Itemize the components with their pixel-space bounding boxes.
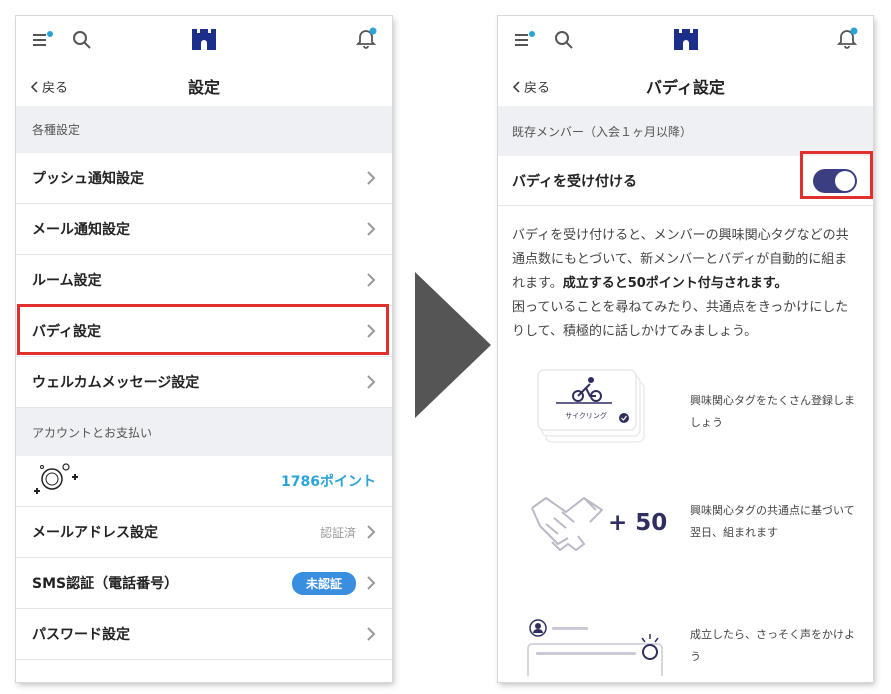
points-label: + 50 — [608, 510, 668, 536]
sparkle-icon — [641, 634, 659, 660]
room-settings-row[interactable]: ルーム設定 — [16, 255, 392, 306]
bell-icon[interactable] — [354, 26, 378, 50]
arrow-right-icon — [415, 272, 491, 418]
accept-buddy-toggle[interactable] — [813, 168, 857, 193]
bell-icon[interactable] — [835, 26, 859, 50]
row-label: ウェルカムメッセージ設定 — [32, 375, 200, 391]
tag-label: サイクリング — [565, 411, 607, 420]
chevron-right-icon — [367, 627, 376, 641]
section-header-account: アカウントとお支払い — [16, 408, 392, 456]
buddy-settings-row[interactable]: バディ設定 — [16, 306, 392, 357]
feature-text: 成立したら、さっそく声をかけよう — [690, 628, 855, 663]
menu-icon[interactable] — [32, 30, 54, 50]
feature-text: 興味関心タグをたくさん登録しましょう — [690, 394, 855, 429]
sms-verification-row[interactable]: SMS認証（電話番号） 未認証 — [16, 558, 392, 609]
chevron-right-icon — [367, 375, 376, 389]
logo-icon[interactable] — [191, 27, 217, 51]
list-item[interactable] — [16, 660, 392, 682]
description: バディを受け付けると、メンバーの興味関心タグなどの共通点数にもとづいて、新メンバ… — [498, 206, 873, 344]
row-label: メールアドレス設定 — [32, 525, 158, 541]
navigation-bar: 戻る バディ設定 — [498, 66, 873, 106]
chat-illustration — [527, 619, 663, 676]
row-label: SMS認証（電話番号） — [32, 576, 179, 592]
row-label: プッシュ通知設定 — [32, 171, 144, 187]
tag-card-illustration: サイクリング — [537, 369, 645, 443]
password-settings-row[interactable]: パスワード設定 — [16, 609, 392, 660]
status-badge: 未認証 — [291, 571, 356, 595]
accept-buddy-row: バディを受け付ける — [498, 156, 873, 206]
points-row[interactable]: 1786ポイント — [16, 456, 392, 507]
description-text-2: 困っていることを尋ねてみたり、共通点をきっかけにしたりして、積極的に話しかけてみ… — [512, 300, 849, 339]
chevron-right-icon — [367, 525, 376, 539]
handshake-icon — [531, 497, 603, 552]
description-bold: 成立すると50ポイント付与されます。 — [562, 276, 788, 291]
email-address-settings-row[interactable]: メールアドレス設定 認証済 — [16, 507, 392, 558]
page-title: バディ設定 — [646, 78, 725, 97]
row-label: ルーム設定 — [32, 273, 102, 289]
row-label: メール通知設定 — [32, 222, 130, 238]
menu-icon[interactable] — [514, 30, 536, 50]
welcome-message-settings-row[interactable]: ウェルカムメッセージ設定 — [16, 357, 392, 408]
push-notification-settings-row[interactable]: プッシュ通知設定 — [16, 153, 392, 204]
row-label: パスワード設定 — [32, 627, 130, 643]
top-bar — [498, 16, 873, 66]
section-header-existing-members: 既存メンバー（入会１ヶ月以降） — [498, 106, 873, 156]
settings-screen: 戻る 設定 各種設定 プッシュ通知設定 メール通知設定 ルーム設定 バディ設定 … — [16, 16, 392, 682]
mail-notification-settings-row[interactable]: メール通知設定 — [16, 204, 392, 255]
section-header-settings: 各種設定 — [16, 106, 392, 153]
avatar — [32, 459, 281, 503]
avatar-icon — [34, 463, 78, 494]
row-label: バディ設定 — [32, 324, 102, 340]
chevron-right-icon — [367, 171, 376, 185]
feature-tags: サイクリング 興味関心タグをたくさん登録しましょう — [498, 358, 873, 488]
logo-icon[interactable] — [673, 27, 699, 51]
search-icon[interactable] — [72, 30, 92, 50]
status-text: 認証済 — [319, 525, 356, 540]
feature-talk: 成立したら、さっそく声をかけよう — [498, 612, 873, 676]
chevron-right-icon — [367, 222, 376, 236]
chevron-right-icon — [367, 576, 376, 590]
feature-text: 興味関心タグの共通点に基づいて翌日、組まれます — [690, 504, 855, 539]
search-icon[interactable] — [554, 30, 574, 50]
chevron-right-icon — [367, 273, 376, 287]
page-title: 設定 — [187, 78, 220, 97]
toggle-knob — [835, 170, 855, 191]
toggle-label: バディを受け付ける — [512, 173, 638, 190]
person-icon — [529, 619, 547, 637]
buddy-settings-screen: 戻る バディ設定 既存メンバー（入会１ヶ月以降） バディを受け付ける バディを受… — [498, 16, 873, 682]
navigation-bar: 戻る 設定 — [16, 66, 392, 106]
feature-matching: + 50 興味関心タグの共通点に基づいて翌日、組まれます — [498, 488, 873, 612]
chevron-right-icon — [367, 324, 376, 338]
top-bar — [16, 16, 392, 66]
points-value: 1786ポイント — [281, 474, 376, 490]
